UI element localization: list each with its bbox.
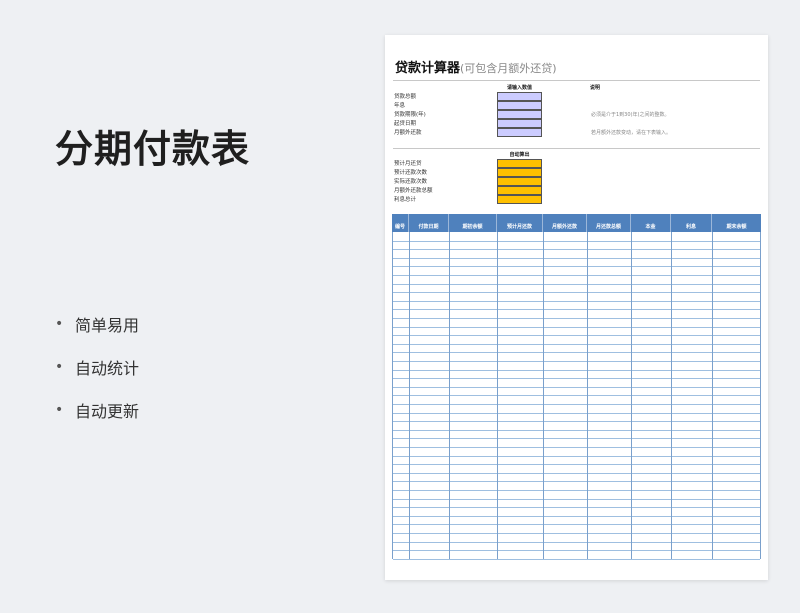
output-cell: [497, 159, 542, 168]
page-title: 分期付款表: [55, 127, 251, 171]
output-label: 预计月还贷: [394, 161, 422, 167]
input-label: 月额外还款: [394, 130, 422, 136]
table-column-line: [543, 232, 544, 559]
table-column-line: [587, 232, 588, 559]
feature-list: • 简单易用 • 自动统计 • 自动更新: [55, 313, 139, 442]
feature-item: • 自动统计: [55, 356, 139, 378]
note-text: 必须是介于1到30(年)之间的整数。: [591, 112, 670, 118]
input-label: 贷款总额: [394, 94, 417, 100]
feature-label: 自动更新: [75, 402, 140, 421]
feature-item: • 自动更新: [55, 399, 139, 421]
divider: [393, 148, 760, 149]
feature-label: 自动统计: [75, 359, 140, 378]
column-header: 本金: [631, 214, 671, 232]
column-header: 利息: [671, 214, 712, 232]
sheet-title-sub: (可包含月额外还贷): [460, 62, 557, 75]
column-header: 期末余额: [726, 224, 747, 230]
feature-item: • 简单易用: [55, 313, 139, 335]
output-label: 利息总计: [394, 197, 417, 203]
input-label: 年息: [394, 103, 406, 109]
feature-label: 简单易用: [75, 316, 140, 335]
note-text: 若月额外还款变动，请在下表输入。: [591, 130, 672, 136]
table-column-line: [671, 232, 672, 559]
output-cell: [497, 168, 542, 177]
bullet-icon: •: [55, 402, 64, 418]
schedule-table: 编号 付款日期 期初余额 预计月还款 月额外还款 月还款总额 本金 利息 期末余…: [392, 214, 761, 560]
input-label: 起贷日期: [394, 121, 417, 127]
sheet-title-main: 贷款计算器: [395, 61, 461, 76]
output-label: 预计还款次数: [394, 170, 428, 176]
output-label: 月额外还款总额: [394, 188, 433, 194]
output-header: 自动算出: [509, 152, 530, 158]
input-cell[interactable]: [497, 92, 542, 101]
table-header: 编号 付款日期 期初余额 预计月还款 月额外还款 月还款总额 本金 利息 期末余…: [392, 214, 761, 232]
table-column-line: [631, 232, 632, 559]
note-header: 说明: [589, 85, 600, 91]
input-cell[interactable]: [497, 101, 542, 110]
column-header: 付款日期: [409, 214, 449, 232]
divider: [393, 80, 760, 81]
bullet-icon: •: [55, 359, 64, 375]
output-cell: [497, 195, 542, 204]
output-label: 实际还款次数: [394, 179, 428, 185]
column-header: 预计月还款: [497, 214, 543, 232]
input-header: 请输入数值: [506, 85, 532, 91]
table-column-line: [409, 232, 410, 559]
spreadsheet-preview: 贷款计算器(可包含月额外还贷) 请输入数值 说明 贷款总额 年息 贷款期限(年)…: [385, 35, 768, 580]
column-header: 编号: [392, 214, 409, 232]
table-column-line: [712, 232, 713, 559]
table-column-line: [449, 232, 450, 559]
sheet-title: 贷款计算器(可包含月额外还贷): [395, 57, 557, 76]
input-cell[interactable]: [497, 119, 542, 128]
input-label: 贷款期限(年): [394, 112, 426, 118]
output-cell: [497, 186, 542, 195]
input-cell[interactable]: [497, 128, 542, 137]
column-header: 月额外还款: [543, 214, 587, 232]
output-cell: [497, 177, 542, 186]
input-cell[interactable]: [497, 110, 542, 119]
column-header: 月还款总额: [587, 214, 631, 232]
table-column-line: [497, 232, 498, 559]
column-header: 期初余额: [449, 214, 497, 232]
table-body: [392, 232, 761, 560]
bullet-icon: •: [55, 316, 64, 332]
